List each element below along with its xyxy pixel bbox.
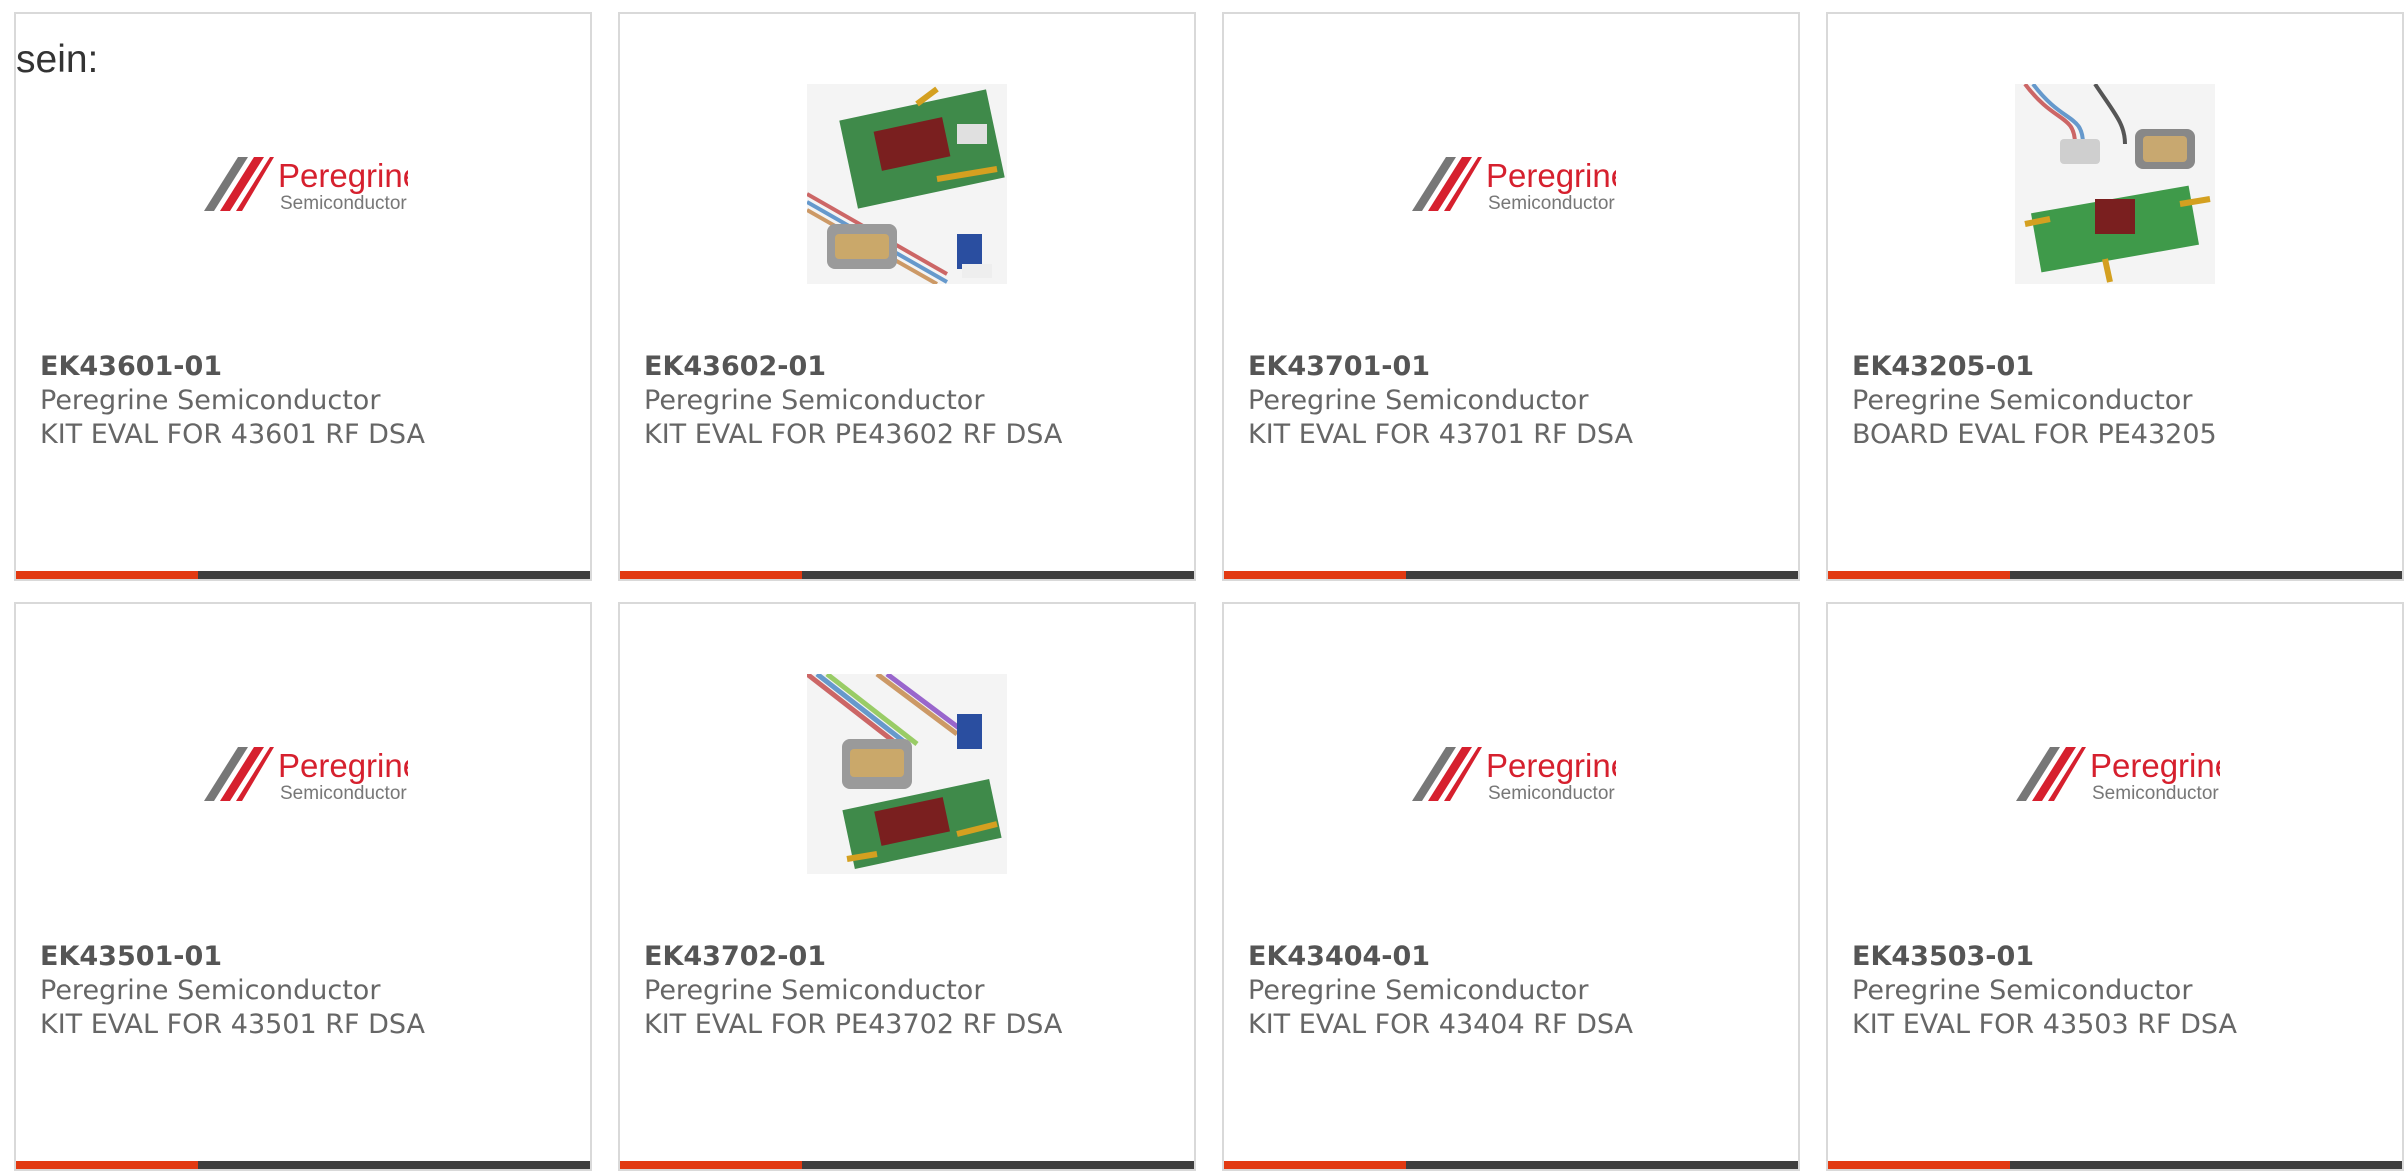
description: BOARD EVAL FOR PE43205 — [1852, 419, 2217, 450]
card-footer-bar — [1828, 1161, 2402, 1169]
logo-line2: Semiconductor — [1488, 783, 1615, 804]
peregrine-logo-icon: Peregrine Semiconductor — [204, 747, 408, 804]
card-footer-bar — [16, 571, 590, 579]
product-image[interactable] — [1828, 74, 2402, 294]
manufacturer: Peregrine Semiconductor — [644, 385, 985, 416]
product-card[interactable]: EK43602-01 Peregrine Semiconductor KIT E… — [618, 12, 1196, 581]
manufacturer: Peregrine Semiconductor — [1852, 385, 2193, 416]
part-number-link[interactable]: EK43205-01 — [1852, 350, 2392, 384]
logo-line1: Peregrine — [2090, 747, 2220, 784]
card-footer-bar — [1828, 571, 2402, 579]
part-number-link[interactable]: EK43503-01 — [1852, 940, 2392, 974]
product-image[interactable]: Peregrine Semiconductor — [16, 664, 590, 884]
peregrine-logo-icon: Peregrine Semiconductor — [204, 157, 408, 214]
part-number-link[interactable]: EK43602-01 — [644, 350, 1184, 384]
logo-line1: Peregrine — [1486, 747, 1616, 784]
product-card[interactable]: EK43702-01 Peregrine Semiconductor KIT E… — [618, 602, 1196, 1171]
product-card[interactable]: Peregrine Semiconductor EK43503-01 Pereg… — [1826, 602, 2404, 1171]
card-footer-bar — [16, 1161, 590, 1169]
peregrine-logo-icon: Peregrine Semiconductor — [1412, 157, 1616, 214]
description: KIT EVAL FOR 43501 RF DSA — [40, 1009, 426, 1040]
logo-line2: Semiconductor — [1488, 193, 1615, 214]
product-card[interactable]: EK43205-01 Peregrine Semiconductor BOARD… — [1826, 12, 2404, 581]
logo-line2: Semiconductor — [280, 783, 407, 804]
product-image[interactable]: Peregrine Semiconductor — [1224, 74, 1798, 294]
manufacturer: Peregrine Semiconductor — [40, 385, 381, 416]
product-image[interactable] — [620, 664, 1194, 884]
part-number-link[interactable]: EK43701-01 — [1248, 350, 1788, 384]
manufacturer: Peregrine Semiconductor — [1248, 975, 1589, 1006]
intro-text: sein: — [16, 38, 99, 81]
description: KIT EVAL FOR 43701 RF DSA — [1248, 419, 1634, 450]
logo-line1: Peregrine — [278, 747, 408, 784]
product-image[interactable] — [620, 74, 1194, 294]
description: KIT EVAL FOR 43601 RF DSA — [40, 419, 426, 450]
logo-line2: Semiconductor — [2092, 783, 2219, 804]
card-footer-bar — [1224, 1161, 1798, 1169]
product-card[interactable]: Peregrine Semiconductor EK43404-01 Pereg… — [1222, 602, 1800, 1171]
part-number-link[interactable]: EK43404-01 — [1248, 940, 1788, 974]
eval-board-photo-icon — [807, 674, 1007, 874]
part-number-link[interactable]: EK43601-01 — [40, 350, 580, 384]
part-number-link[interactable]: EK43702-01 — [644, 940, 1184, 974]
product-card[interactable]: Peregrine Semiconductor EK43701-01 Pereg… — [1222, 12, 1800, 581]
description: KIT EVAL FOR 43404 RF DSA — [1248, 1009, 1634, 1040]
description: KIT EVAL FOR PE43602 RF DSA — [644, 419, 1063, 450]
eval-board-photo-icon — [2015, 84, 2215, 284]
logo-line1: Peregrine — [278, 157, 408, 194]
logo-line1: Peregrine — [1486, 157, 1616, 194]
card-footer-bar — [620, 1161, 1194, 1169]
manufacturer: Peregrine Semiconductor — [644, 975, 985, 1006]
product-card[interactable]: Peregrine Semiconductor EK43601-01 Pereg… — [14, 12, 592, 581]
eval-board-photo-icon — [807, 84, 1007, 284]
description: KIT EVAL FOR PE43702 RF DSA — [644, 1009, 1063, 1040]
card-footer-bar — [620, 571, 1194, 579]
peregrine-logo-icon: Peregrine Semiconductor — [2016, 747, 2220, 804]
description: KIT EVAL FOR 43503 RF DSA — [1852, 1009, 2238, 1040]
product-card[interactable]: Peregrine Semiconductor EK43501-01 Pereg… — [14, 602, 592, 1171]
product-image[interactable]: Peregrine Semiconductor — [1828, 664, 2402, 884]
card-footer-bar — [1224, 571, 1798, 579]
product-image[interactable]: Peregrine Semiconductor — [16, 74, 590, 294]
manufacturer: Peregrine Semiconductor — [1852, 975, 2193, 1006]
manufacturer: Peregrine Semiconductor — [1248, 385, 1589, 416]
product-image[interactable]: Peregrine Semiconductor — [1224, 664, 1798, 884]
peregrine-logo-icon: Peregrine Semiconductor — [1412, 747, 1616, 804]
logo-line2: Semiconductor — [280, 193, 407, 214]
part-number-link[interactable]: EK43501-01 — [40, 940, 580, 974]
manufacturer: Peregrine Semiconductor — [40, 975, 381, 1006]
